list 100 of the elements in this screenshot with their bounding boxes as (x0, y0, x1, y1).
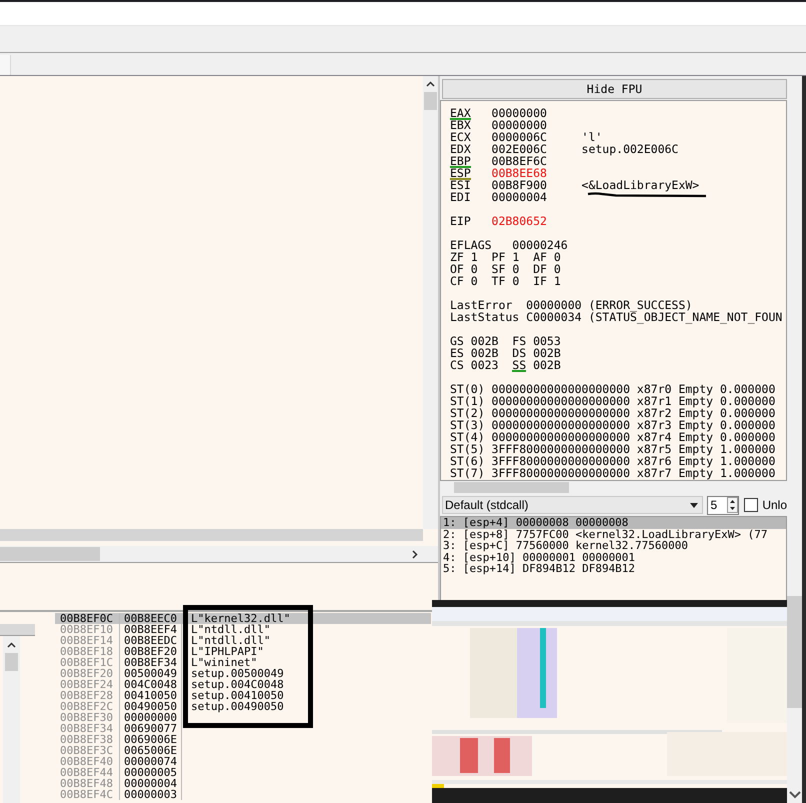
scrollbar-thumb[interactable] (454, 482, 569, 493)
register-comment: 'l' (582, 131, 602, 143)
fpu-value: 1.000000 (720, 455, 776, 467)
flag-value: 0 (470, 274, 478, 288)
stack-value: 00B8EEF4 (120, 624, 182, 635)
flag-name: OF (450, 264, 464, 274)
argument-count-spinbox[interactable]: 5 (706, 496, 740, 514)
chevron-right-icon[interactable] (412, 550, 418, 558)
stack-comment: setup.00500049 (191, 668, 284, 679)
register-comment: <&LoadLibraryExW> (582, 179, 700, 191)
register-name: ST(7) (450, 467, 486, 479)
argument-row[interactable]: 5: [esp+14] DF894B12 DF894B12 (441, 563, 786, 574)
vertical-scrollbar[interactable] (423, 76, 438, 529)
register-comment: setup.002E006C (582, 143, 678, 155)
flag-value: 0 (512, 262, 520, 276)
fpu-value: 0.000000 (720, 383, 776, 395)
argument-row[interactable]: 4: [esp+10] 00000001 00000001 (441, 552, 786, 563)
scrollbar-thumb[interactable] (787, 596, 802, 708)
stack-comment: L"ntdll.dll" (191, 624, 270, 635)
stack-comment: setup.004C0048 (191, 679, 284, 690)
flag-name: ZF (450, 252, 464, 262)
stack-address: 00B8EF28 (55, 690, 120, 701)
flag-name: DF (533, 264, 547, 274)
fpu-tag: x87r3 (636, 419, 678, 431)
stack-value: 00000005 (120, 767, 182, 778)
caret-down-icon (690, 502, 698, 508)
vertical-scrollbar[interactable] (3, 636, 20, 803)
register-name: EDX (450, 144, 471, 154)
fpu-tag: x87r6 (636, 455, 678, 467)
flag-name: SF (492, 264, 506, 274)
tab[interactable] (0, 55, 11, 75)
register-name: ST(6) (450, 455, 486, 467)
stack-address: 00B8EF2C (55, 701, 120, 712)
chevron-up-icon[interactable] (426, 81, 435, 87)
stack-address: 00B8EF30 (55, 712, 120, 723)
argument-row[interactable]: 2: [esp+8] 7757FC00 <kernel32.LoadLibraryExW> (77 (441, 528, 786, 540)
stack-address: 00B8EF14 (55, 635, 120, 646)
vertical-scrollbar[interactable] (787, 76, 806, 803)
fpu-status: Empty (678, 431, 714, 443)
stack-value: 00B8EF20 (120, 646, 182, 657)
register-value: C0000034 (526, 311, 583, 323)
stack-value: 00000004 (120, 778, 182, 789)
stack-address: 00B8EF3C (55, 745, 120, 756)
register-value: 02B80652 (492, 215, 548, 227)
stack-value: 00490050 (120, 701, 182, 712)
scrollbar-thumb[interactable] (424, 92, 437, 110)
stack-value: 00000003 (120, 789, 182, 800)
register-name: ECX (450, 132, 471, 142)
argument-row[interactable]: 1: [esp+4] 00000008 00000008 (441, 517, 786, 528)
register-name: EFLAGS (450, 239, 493, 251)
register-value: 3FFF8000000000000000 (492, 455, 632, 467)
checkbox[interactable] (744, 498, 758, 512)
fpu-tag: x87r1 (636, 395, 678, 407)
register-value: 00000000 (492, 107, 548, 119)
segment-name: DS (512, 348, 526, 358)
register-value: 3FFF8000000000000000 (492, 443, 632, 455)
stack-comment: L"kernel32.dll" (191, 613, 290, 624)
register-name: ST(4) (450, 431, 486, 443)
stack-comment: L"ntdll.dll" (191, 635, 270, 646)
chevron-up-icon[interactable] (7, 642, 16, 648)
horizontal-scrollbar[interactable] (0, 529, 423, 541)
flag-value: 1 (554, 274, 561, 288)
flag-name: TF (492, 276, 506, 286)
checkbox-label[interactable]: Unlo (762, 498, 787, 512)
register-name: LastError (450, 299, 514, 311)
register-name: ST(3) (450, 419, 486, 431)
fpu-value: 0.000000 (720, 395, 776, 407)
register-value: 00B8EE68 (492, 167, 548, 179)
scrollbar-thumb[interactable] (5, 653, 18, 671)
fpu-tag: x87r0 (636, 383, 678, 395)
stack-value: 0069006E (120, 734, 182, 745)
fpu-value: 1.000000 (720, 467, 776, 479)
calling-convention-dropdown[interactable]: Default (stdcall) (442, 496, 703, 514)
register-value: 00000000000000000000 (492, 383, 632, 395)
register-value: 0000006C (492, 131, 548, 143)
register-value: 3FFF8000000000000000 (492, 467, 632, 479)
register-value: 00000000 (492, 119, 548, 131)
scrollbar-thumb[interactable] (0, 547, 100, 561)
register-comment: (STATUS_OBJECT_NAME_NOT_FOUN (588, 311, 782, 323)
hide-fpu-button[interactable]: Hide FPU (442, 79, 787, 99)
register-value: 00000246 (512, 239, 568, 251)
register-value: 00000000000000000000 (492, 407, 632, 419)
register-name: EAX (450, 108, 471, 120)
flag-value: 0 (554, 262, 561, 276)
fpu-value: 1.000000 (720, 443, 776, 455)
register-name: EBP (450, 156, 471, 168)
register-value: 00000000000000000000 (492, 395, 632, 407)
register-name: EIP (450, 216, 471, 226)
chevron-down-icon[interactable] (788, 791, 800, 799)
flag-name: PF (492, 252, 506, 262)
horizontal-scrollbar[interactable] (0, 546, 438, 563)
stack-value: 0065006E (120, 745, 182, 756)
register-name: ESP (450, 168, 471, 180)
fpu-status: Empty (678, 419, 714, 431)
stack-value: 00B8EF34 (120, 657, 182, 668)
register-value: 00000000000000000000 (492, 431, 632, 443)
segment-value: 002B (533, 346, 561, 360)
stack-value: 00000074 (120, 756, 182, 767)
argument-row[interactable]: 3: [esp+C] 77560000 kernel32.77560000 (441, 540, 786, 552)
fpu-tag: x87r5 (636, 443, 678, 455)
